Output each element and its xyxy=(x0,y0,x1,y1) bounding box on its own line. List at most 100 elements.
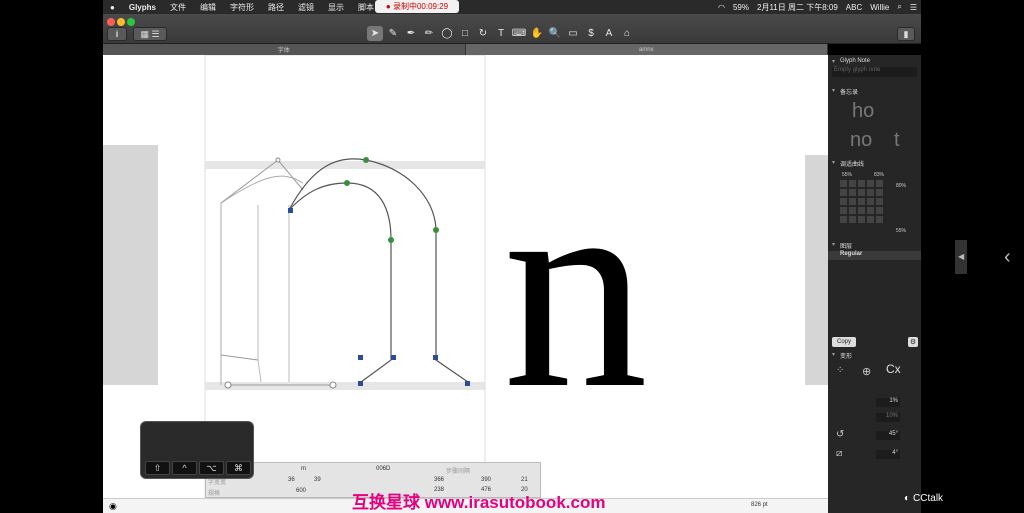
zoom-level[interactable]: 826 pt xyxy=(751,502,768,508)
slant-icon[interactable]: ⧄ xyxy=(836,448,842,459)
toolbar: i ▦ ☰ ➤ ✎ ✒ ✏ ◯ □ ↻ T ⌨ ✋ 🔍 ▭ $ A ⌂ ▮ xyxy=(103,14,921,44)
tab-edit-text[interactable]: amnx xyxy=(465,44,828,55)
hand-tool-icon[interactable]: ✋ xyxy=(529,26,545,41)
annotation-tool-icon[interactable]: A xyxy=(601,26,617,41)
node-left-corner[interactable] xyxy=(288,208,293,213)
node-inner-top[interactable] xyxy=(344,180,350,186)
node-outer-right[interactable] xyxy=(433,227,439,233)
rectangle-tool-icon[interactable]: □ xyxy=(457,26,473,41)
curve-panel-title[interactable]: 调适曲线 xyxy=(828,159,921,168)
node-serif-4[interactable] xyxy=(433,355,438,360)
back-chevron-icon[interactable]: ‹ xyxy=(1004,246,1011,269)
info-rsb[interactable]: 39 xyxy=(314,477,321,483)
rotate-tool-icon[interactable]: ↻ xyxy=(475,26,491,41)
node-serif-1[interactable] xyxy=(358,355,363,360)
crosshair-icon[interactable]: ⊕ xyxy=(862,365,871,378)
app-window: ● Glyphs 文件 编辑 字符形 路径 滤镜 显示 脚本 窗口 帮助 ◠ 5… xyxy=(0,0,1024,513)
cctalk-label: CCtalk xyxy=(913,493,944,504)
next-glyph-ghost xyxy=(805,155,828,385)
sidebar-toggle-icon[interactable]: ▮ xyxy=(897,27,915,41)
pencil-tool-icon[interactable]: ✏ xyxy=(421,26,437,41)
handle-point[interactable] xyxy=(275,157,281,163)
draw-tool-icon[interactable]: ✎ xyxy=(385,26,401,41)
zoom-tool-icon[interactable]: 🔍 xyxy=(547,26,563,41)
info-a1[interactable]: 21 xyxy=(521,477,528,483)
ellipse-tool-icon[interactable]: ◯ xyxy=(439,26,455,41)
anchor-bottom-mid[interactable] xyxy=(329,381,337,389)
text-tool-icon[interactable]: T xyxy=(493,26,509,41)
menu-filter[interactable]: 滤镜 xyxy=(291,2,321,13)
datetime-label[interactable]: 2月11日 周二 下午8:09 xyxy=(753,2,842,13)
curve-grid[interactable] xyxy=(840,180,890,230)
battery-label[interactable]: 59% xyxy=(729,3,753,12)
sample-bottom-1: no xyxy=(850,129,873,151)
rotate-icon[interactable]: ↺ xyxy=(836,429,844,440)
glyph-note-title[interactable]: Glyph Note xyxy=(828,58,921,65)
align-grid-icon[interactable]: ⁘ xyxy=(836,365,844,376)
copy-button[interactable]: Copy xyxy=(832,337,856,347)
cctalk-icon: ◐ xyxy=(904,493,911,504)
info-x[interactable]: 366 xyxy=(434,477,444,483)
side-drawer-handle[interactable]: ◀ xyxy=(955,240,967,274)
node-serif-5[interactable] xyxy=(465,381,470,386)
info-width[interactable]: 600 xyxy=(296,488,306,494)
chevron-left-icon[interactable]: ◀ xyxy=(958,252,964,261)
menu-file[interactable]: 文件 xyxy=(163,2,193,13)
info-button[interactable]: i xyxy=(107,27,127,41)
input-method[interactable]: ABC xyxy=(842,3,866,12)
info-lsb[interactable]: 36 xyxy=(288,477,295,483)
transform-panel-title[interactable]: 变形 xyxy=(828,351,921,360)
node-top[interactable] xyxy=(363,157,369,163)
close-window-icon[interactable] xyxy=(107,18,115,26)
node-inner-right[interactable] xyxy=(388,237,394,243)
curve-p2: 83% xyxy=(874,172,885,178)
app-menu[interactable]: Glyphs xyxy=(122,3,163,12)
menu-view[interactable]: 显示 xyxy=(321,2,351,13)
view-mode-toggle[interactable]: ▦ ☰ xyxy=(133,27,167,41)
measure-tool-icon[interactable]: ▭ xyxy=(565,26,581,41)
info-glyph-name: m xyxy=(301,466,306,472)
keyboard-tool-icon[interactable]: ⌨ xyxy=(511,26,527,41)
tab-font[interactable]: 字体 xyxy=(103,44,466,55)
shift-key-icon: ⇧ xyxy=(145,461,170,475)
layer-regular[interactable]: Regular xyxy=(828,251,921,260)
anchor-bottom-left[interactable] xyxy=(224,381,232,389)
apple-menu-icon[interactable]: ● xyxy=(103,3,122,12)
node-serif-3[interactable] xyxy=(391,355,396,360)
info-unicode[interactable]: 006D xyxy=(376,466,390,472)
eye-icon[interactable]: ◉ xyxy=(109,501,117,512)
pen-tool-icon[interactable]: ✒ xyxy=(403,26,419,41)
user-name[interactable]: Willie xyxy=(866,3,893,12)
component-tool-icon[interactable]: ⌂ xyxy=(619,26,635,41)
search-icon[interactable]: ⌕ xyxy=(893,2,905,12)
menu-path[interactable]: 路径 xyxy=(261,2,291,13)
menu-edit[interactable]: 编辑 xyxy=(193,2,223,13)
option-key-icon: ⌥ xyxy=(199,461,224,475)
cctalk-logo: ◐ CCtalk xyxy=(904,493,943,504)
gear-icon[interactable]: ⚙ xyxy=(908,337,918,347)
info-width-label: 规格 xyxy=(208,491,221,497)
cx-label[interactable]: Cx xyxy=(886,362,901,376)
right-panel: Glyph Note Empty glyph note 备忘录 ho no t … xyxy=(828,55,921,513)
layers-panel-title[interactable]: 图层 xyxy=(828,241,921,250)
select-tool-icon[interactable]: ➤ xyxy=(367,26,383,41)
background-panel-title[interactable]: 备忘录 xyxy=(828,87,921,96)
zoom-window-icon[interactable] xyxy=(127,18,135,26)
curve-p3: 80% xyxy=(896,183,907,189)
menu-list-icon[interactable]: ☰ xyxy=(906,3,921,12)
xheight-zone xyxy=(205,161,485,169)
menu-glyph[interactable]: 字符形 xyxy=(223,2,261,13)
scale-field-1[interactable]: 1% xyxy=(876,398,900,407)
info-w[interactable]: 390 xyxy=(481,477,491,483)
slant-field[interactable]: 4° xyxy=(876,450,900,459)
dollar-tool-icon[interactable]: $ xyxy=(583,26,599,41)
rotate-field[interactable]: 45° xyxy=(876,431,900,440)
wifi-icon[interactable]: ◠ xyxy=(714,3,729,12)
glyph-note-field[interactable]: Empty glyph note xyxy=(832,67,917,77)
curve-p4: 55% xyxy=(896,228,907,234)
scale-field-2[interactable]: 10% xyxy=(876,413,900,422)
command-key-icon: ⌘ xyxy=(226,461,251,475)
info-step-label: 步骤间隔 xyxy=(446,469,471,475)
node-serif-2[interactable] xyxy=(358,381,363,386)
minimize-window-icon[interactable] xyxy=(117,18,125,26)
